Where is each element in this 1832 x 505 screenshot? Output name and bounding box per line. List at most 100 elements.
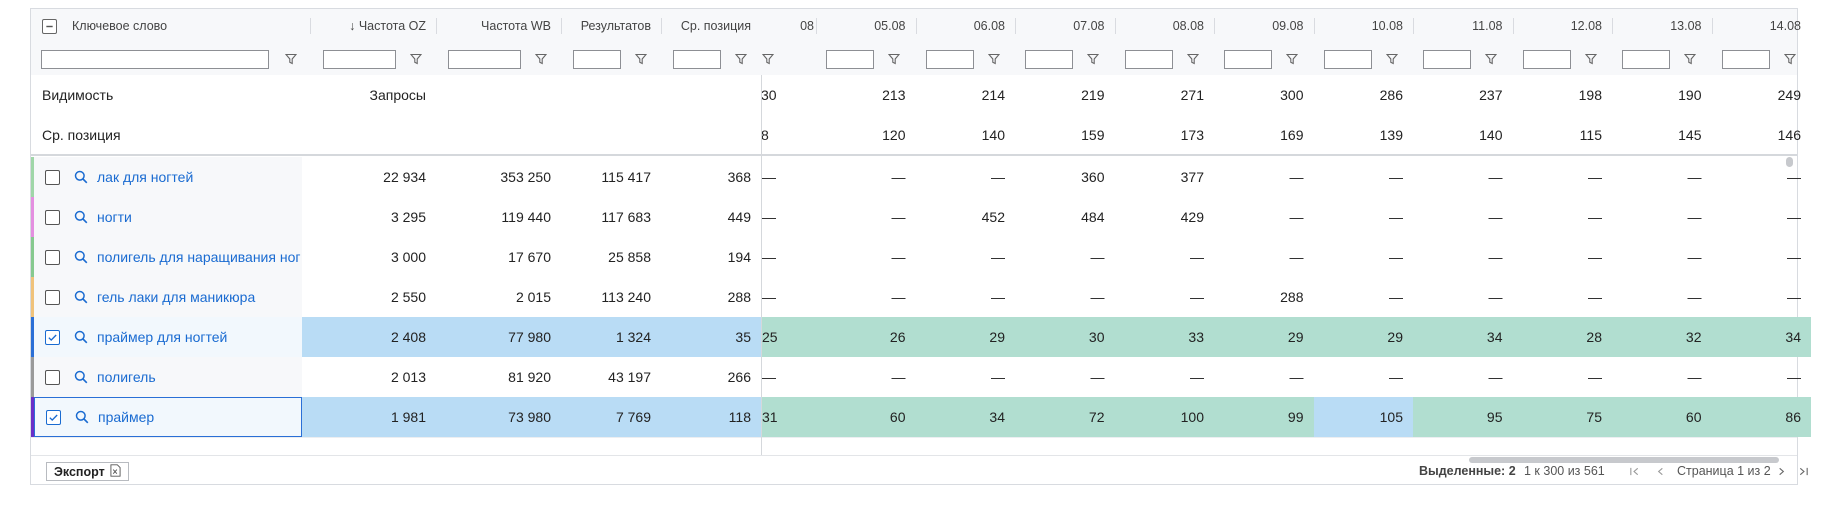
row-checkbox[interactable] — [44, 369, 60, 385]
col-header-date-partial[interactable]: 08 — [761, 9, 816, 43]
vertical-scrollbar-thumb[interactable] — [1786, 157, 1793, 167]
keyword-cell[interactable]: праймер для ногтей — [34, 317, 302, 357]
filter-icon[interactable] — [534, 52, 548, 66]
freq-oz-filter-input[interactable] — [323, 50, 396, 69]
row-checkbox-wrap[interactable] — [39, 209, 65, 225]
col-header-date[interactable]: 09.08 — [1214, 9, 1314, 43]
filter-icon[interactable] — [1484, 52, 1498, 66]
export-button[interactable]: Экспорт — [46, 462, 129, 481]
col-header-date[interactable]: 12.08 — [1513, 9, 1613, 43]
avg-position-cell: 368 — [727, 169, 751, 185]
keyword-link[interactable]: полигель — [97, 369, 156, 385]
col-header-keyword[interactable]: Ключевое слово — [72, 9, 332, 43]
search-icon[interactable] — [74, 290, 88, 304]
date-filter-input[interactable] — [826, 50, 874, 69]
filter-icon[interactable] — [1186, 52, 1200, 66]
table-row[interactable]: праймер 1 981 73 980 7 769 118 31 60 34 72 100 99… — [31, 397, 1811, 438]
table-row[interactable]: полигель 2 013 81 920 43 197 266 — — — — — — — — — — — — [31, 357, 1801, 398]
first-page-icon[interactable] — [1629, 456, 1640, 486]
row-checkbox-wrap[interactable] — [39, 329, 65, 345]
select-all-cell[interactable] — [42, 9, 62, 43]
freq-wb-cell: 73 980 — [436, 397, 561, 437]
date-filter-input[interactable] — [1124, 50, 1173, 69]
col-header-date[interactable]: 06.08 — [916, 9, 1016, 43]
col-header-freq-oz[interactable]: ↓ Частота OZ — [311, 9, 436, 43]
search-icon[interactable] — [74, 210, 88, 224]
col-header-results[interactable]: Результатов — [561, 9, 661, 43]
date-filter-input[interactable] — [1025, 50, 1073, 69]
next-page-icon[interactable] — [1776, 456, 1787, 486]
row-checkbox[interactable] — [44, 329, 60, 345]
date-filter-input[interactable] — [1423, 50, 1471, 69]
keyword-link[interactable]: праймер — [98, 409, 154, 425]
freq-wb-filter-input[interactable] — [448, 50, 521, 69]
row-checkbox-wrap[interactable] — [39, 169, 65, 185]
col-header-date[interactable]: 11.08 — [1413, 9, 1513, 43]
table-row[interactable]: ногти 3 295 119 440 117 683 449 — — 452 484 429 —… — [31, 197, 1801, 238]
filter-icon[interactable] — [761, 52, 775, 66]
row-checkbox-wrap[interactable] — [40, 409, 66, 425]
pinned-date-cell: 159 — [1081, 127, 1105, 143]
row-checkbox-wrap[interactable] — [39, 249, 65, 265]
previous-page-icon[interactable] — [1655, 456, 1666, 486]
row-checkbox[interactable] — [45, 409, 61, 425]
keyword-cell[interactable]: лак для ногтей — [34, 157, 302, 197]
keyword-link[interactable]: ногти — [97, 209, 132, 225]
table-row[interactable]: лак для ногтей 22 934 353 250 115 417 368 — —… — [31, 157, 1801, 198]
col-header-date[interactable]: 05.08 — [816, 9, 916, 43]
keyword-cell[interactable]: полигель для наращивания ног — [34, 237, 302, 277]
search-icon[interactable] — [74, 250, 88, 264]
filter-icon[interactable] — [1783, 52, 1797, 66]
filter-icon[interactable] — [887, 52, 901, 66]
row-checkbox[interactable] — [44, 289, 60, 305]
row-checkbox[interactable] — [44, 169, 60, 185]
date-filter-input[interactable] — [1721, 50, 1770, 69]
row-checkbox[interactable] — [44, 209, 60, 225]
search-icon[interactable] — [75, 410, 89, 424]
col-header-date[interactable]: 07.08 — [1015, 9, 1115, 43]
filter-icon[interactable] — [1683, 52, 1697, 66]
keyword-link[interactable]: полигель для наращивания ног — [97, 249, 300, 265]
select-all-checkbox[interactable] — [42, 18, 57, 34]
avg-position-filter-input[interactable] — [673, 50, 721, 69]
keyword-link[interactable]: лак для ногтей — [97, 169, 193, 185]
filter-icon[interactable] — [1086, 52, 1100, 66]
keyword-cell[interactable]: полигель — [34, 357, 302, 397]
keyword-cell[interactable]: ногти — [34, 197, 302, 237]
date-filter-input[interactable] — [1622, 50, 1670, 69]
search-icon[interactable] — [74, 370, 88, 384]
filter-icon[interactable] — [634, 52, 648, 66]
date-filter-input[interactable] — [1522, 50, 1571, 69]
date-filter-input[interactable] — [1224, 50, 1272, 69]
col-header-avg-position[interactable]: Ср. позиция — [661, 9, 761, 43]
col-header-date[interactable]: 08.08 — [1115, 9, 1215, 43]
row-checkbox-wrap[interactable] — [39, 289, 65, 305]
table-row[interactable]: праймер для ногтей 2 408 77 980 1 324 35 25 2… — [31, 317, 1811, 358]
filter-icon[interactable] — [1584, 52, 1598, 66]
col-header-date[interactable]: 10.08 — [1314, 9, 1414, 43]
filter-icon[interactable] — [409, 52, 423, 66]
row-checkbox-wrap[interactable] — [39, 369, 65, 385]
col-header-date[interactable]: 13.08 — [1612, 9, 1712, 43]
keyword-link[interactable]: праймер для ногтей — [97, 329, 227, 345]
keyword-cell[interactable]: праймер — [34, 397, 302, 437]
col-header-date[interactable]: 14.08 — [1712, 9, 1812, 43]
last-page-icon[interactable] — [1798, 456, 1809, 486]
search-icon[interactable] — [74, 330, 88, 344]
keyword-cell[interactable]: гель лаки для маникюра — [34, 277, 302, 317]
results-filter-input[interactable] — [573, 50, 621, 69]
keyword-link[interactable]: гель лаки для маникюра — [97, 289, 255, 305]
table-row[interactable]: гель лаки для маникюра 2 550 2 015 113 240… — [31, 277, 1801, 318]
search-icon[interactable] — [74, 170, 88, 184]
filter-icon[interactable] — [734, 52, 748, 66]
keyword-filter-input[interactable] — [41, 50, 269, 69]
filter-icon[interactable] — [1285, 52, 1299, 66]
table-row[interactable]: полигель для наращивания ног 3 000 17 670… — [31, 237, 1801, 278]
col-header-freq-wb[interactable]: Частота WB — [436, 9, 561, 43]
filter-icon[interactable] — [1385, 52, 1399, 66]
row-checkbox[interactable] — [44, 249, 60, 265]
date-filter-input[interactable] — [1323, 50, 1372, 69]
filter-icon[interactable] — [987, 52, 1001, 66]
date-filter-input[interactable] — [925, 50, 974, 69]
filter-icon[interactable] — [284, 52, 298, 66]
